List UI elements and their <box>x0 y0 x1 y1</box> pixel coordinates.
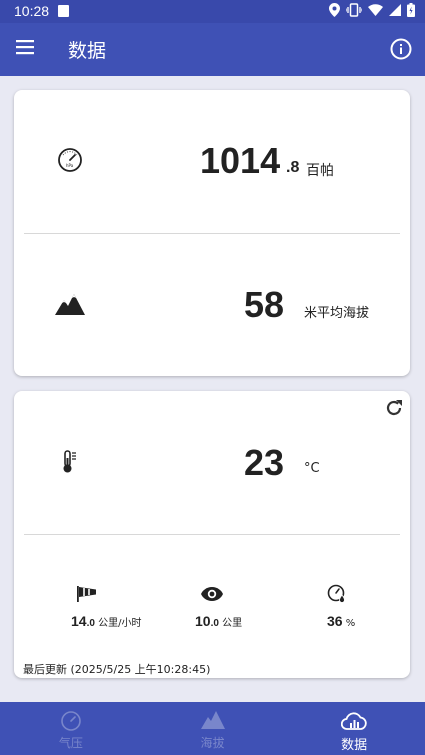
thermometer-icon <box>63 450 76 473</box>
hamburger-icon <box>16 40 34 55</box>
gauge-icon: hPa <box>58 148 82 172</box>
wifi-icon <box>368 4 383 16</box>
humidity-stat: 36 % <box>327 613 355 629</box>
page-title: 数据 <box>68 40 107 62</box>
altitude-unit: 米平均海拔 <box>304 306 370 321</box>
visibility-integer: 10 <box>195 613 211 629</box>
mountain-icon <box>200 711 225 729</box>
nav-item-pressure[interactable]: 气压 <box>0 702 142 755</box>
wind-unit: 公里/小时 <box>98 618 142 629</box>
altitude-value: 58 <box>244 284 285 325</box>
divider <box>24 233 400 234</box>
nav-item-data[interactable]: 数据 <box>283 702 425 755</box>
nav-label-pressure: 气压 <box>58 736 83 750</box>
battery-icon <box>407 3 415 17</box>
nav-label-altitude: 海拔 <box>200 736 225 750</box>
svg-text:hPa: hPa <box>66 163 74 168</box>
visibility-stat: 10.0 公里 <box>195 613 242 629</box>
visibility-decimal: .0 <box>210 618 219 629</box>
pressure-altitude-card: hPa 1014 .8 百帕 58 米平均海拔 <box>14 90 410 376</box>
info-button[interactable] <box>389 37 413 61</box>
app-bar: 数据 <box>0 23 425 76</box>
nav-label-data: 数据 <box>341 738 368 753</box>
weather-data-icon <box>341 712 367 730</box>
refresh-icon[interactable] <box>384 398 404 418</box>
status-icons <box>329 3 415 17</box>
last-updated-text: 最后更新 (2025/5/25 上午10:28:45) <box>23 663 211 676</box>
windsock-icon <box>77 586 96 602</box>
signal-icon <box>389 4 401 16</box>
divider <box>24 534 400 535</box>
eye-icon <box>201 587 223 601</box>
info-icon <box>390 38 412 60</box>
pressure-decimal: .8 <box>286 159 300 176</box>
humidity-unit: % <box>345 618 356 629</box>
mountain-icon <box>55 294 85 315</box>
humidity-value: 36 <box>327 613 343 629</box>
status-time: 10:28 <box>14 3 50 19</box>
wind-decimal: .0 <box>86 618 95 629</box>
pressure-unit: 百帕 <box>306 163 334 179</box>
bottom-navigation: 气压 海拔 数据 <box>0 702 425 755</box>
menu-button[interactable] <box>14 37 38 61</box>
nav-item-altitude[interactable]: 海拔 <box>142 702 284 755</box>
weather-card: 23 °C 14.0 公里/小时 10.0 公里 36 % 最后更新 (2025… <box>14 391 410 678</box>
status-bar: 10:28 <box>0 0 425 23</box>
vibrate-icon <box>346 3 362 17</box>
location-icon <box>329 3 340 17</box>
visibility-unit: 公里 <box>222 618 243 629</box>
temperature-value: 23 <box>244 442 285 483</box>
temperature-unit: °C <box>304 461 320 476</box>
gauge-icon <box>61 711 81 731</box>
pressure-integer: 1014 <box>200 140 281 181</box>
wind-stat: 14.0 公里/小时 <box>71 613 141 629</box>
humidity-gauge-icon <box>327 584 345 603</box>
app-notification-icon <box>58 5 69 17</box>
wind-integer: 14 <box>71 613 87 629</box>
